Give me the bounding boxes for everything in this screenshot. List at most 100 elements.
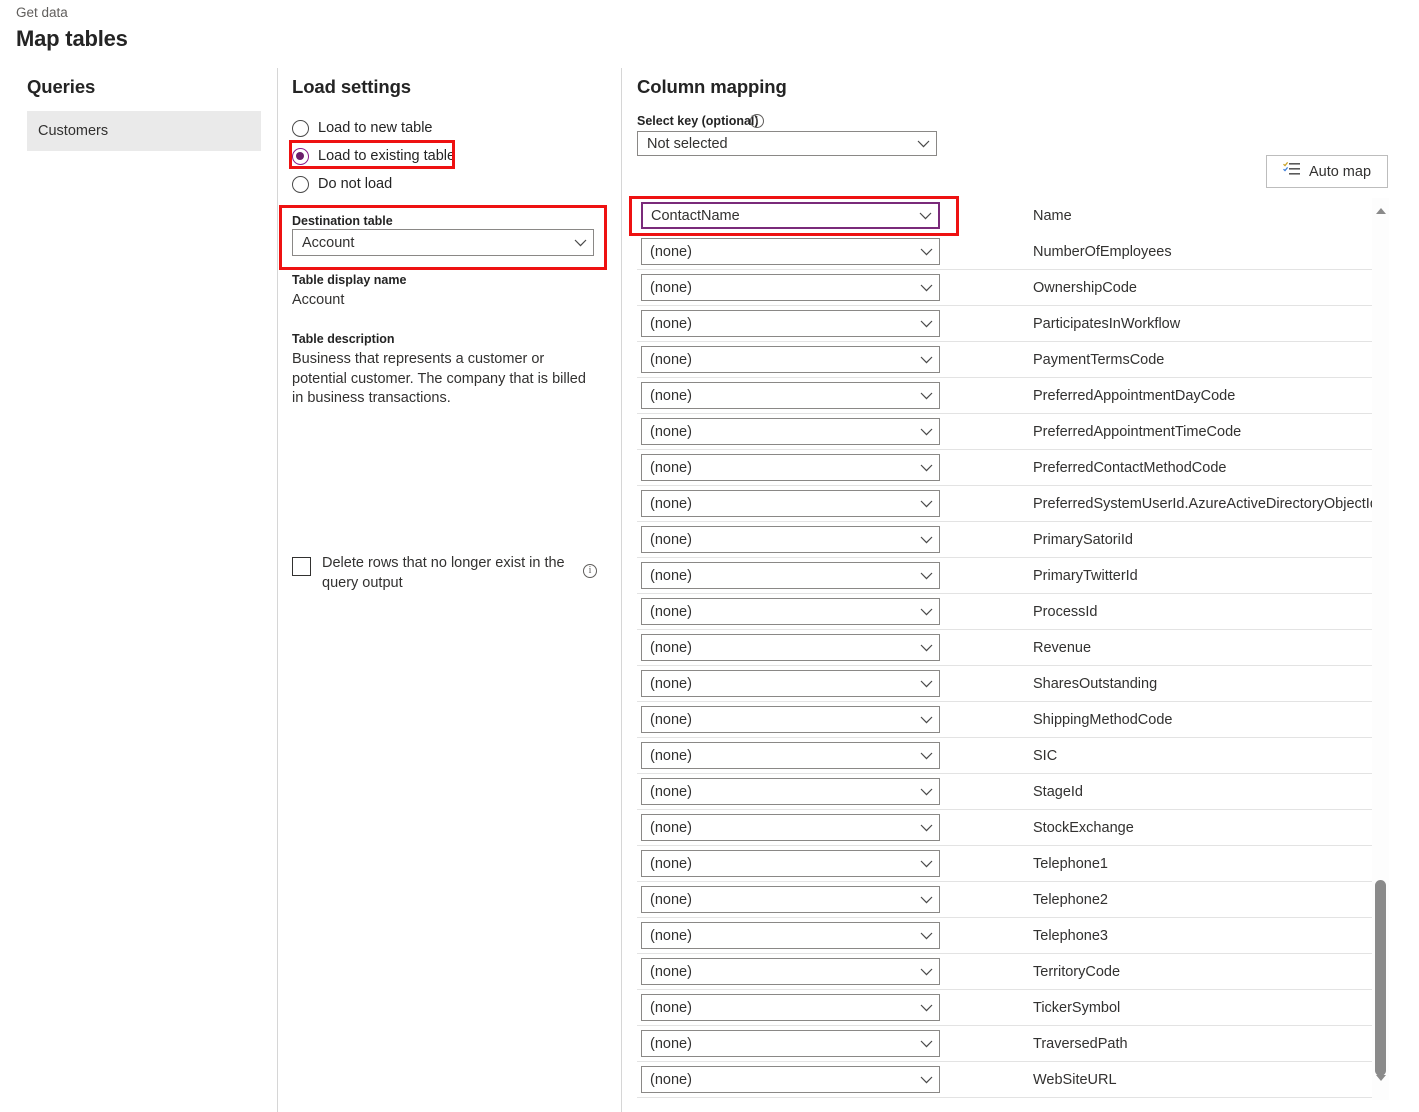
auto-map-button[interactable]: Auto map <box>1266 155 1388 188</box>
source-column-dropdown[interactable]: (none) <box>641 562 940 589</box>
destination-column-name: OwnershipCode <box>1033 280 1137 296</box>
chevron-down-icon <box>913 320 939 328</box>
source-column-dropdown[interactable]: (none) <box>641 814 940 841</box>
source-column-dropdown[interactable]: (none) <box>641 418 940 445</box>
radio-load-to-existing-table[interactable]: Load to existing table <box>292 142 455 170</box>
source-column-dropdown[interactable]: (none) <box>641 742 940 769</box>
source-column-dropdown[interactable]: (none) <box>641 1030 940 1057</box>
select-key-label: Select key (optional) <box>637 114 759 128</box>
scrollbar-thumb[interactable] <box>1375 880 1386 1076</box>
column-mapping-row: (none) SIC <box>637 738 1377 774</box>
column-mapping-row: (none) PreferredAppointmentTimeCode <box>637 414 1377 450</box>
delete-rows-label: Delete rows that no longer exist in the … <box>322 555 565 591</box>
chevron-down-icon <box>913 896 939 904</box>
scroll-up-arrow-icon[interactable] <box>1372 202 1389 219</box>
scroll-down-arrow-icon[interactable] <box>1372 1069 1389 1086</box>
column-mapping-row: (none) NumberOfEmployees <box>637 234 1377 270</box>
chevron-down-icon <box>913 572 939 580</box>
destination-column-name: PrimaryTwitterId <box>1033 568 1138 584</box>
column-mapping-row: (none) OwnershipCode <box>637 270 1377 306</box>
source-column-value: (none) <box>650 387 692 404</box>
destination-column-name: ProcessId <box>1033 604 1098 620</box>
source-column-value: ContactName <box>651 207 740 224</box>
column-mapping-row: (none) TraversedPath <box>637 1026 1377 1062</box>
source-column-value: (none) <box>650 999 692 1016</box>
source-column-value: (none) <box>650 315 692 332</box>
source-column-dropdown[interactable]: (none) <box>641 490 940 517</box>
source-column-value: (none) <box>650 423 692 440</box>
source-column-dropdown[interactable]: ContactName <box>641 202 940 229</box>
chevron-down-icon <box>913 644 939 652</box>
panel-divider-loadsettings <box>621 68 622 1112</box>
source-column-dropdown[interactable]: (none) <box>641 706 940 733</box>
destination-column-name: StageId <box>1033 784 1083 800</box>
source-column-dropdown[interactable]: (none) <box>641 346 940 373</box>
load-settings-radio-group: Load to new table Load to existing table… <box>292 114 455 198</box>
destination-column-name: PreferredSystemUserId.AzureActiveDirecto… <box>1033 496 1378 512</box>
chevron-down-icon <box>913 716 939 724</box>
select-key-value: Not selected <box>647 135 728 152</box>
destination-table-label: Destination table <box>292 214 393 228</box>
column-mapping-row: (none) ProcessId <box>637 594 1377 630</box>
destination-column-name: PreferredAppointmentDayCode <box>1033 388 1236 404</box>
delete-rows-checkbox[interactable] <box>292 557 311 576</box>
source-column-dropdown[interactable]: (none) <box>641 634 940 661</box>
source-column-dropdown[interactable]: (none) <box>641 886 940 913</box>
table-display-name-label: Table display name <box>292 273 407 287</box>
source-column-value: (none) <box>650 711 692 728</box>
destination-table-dropdown[interactable]: Account <box>292 229 594 256</box>
info-icon[interactable] <box>583 564 597 578</box>
chevron-down-icon <box>910 140 936 148</box>
radio-load-to-new-table[interactable]: Load to new table <box>292 114 455 142</box>
chevron-down-icon <box>913 1040 939 1048</box>
queries-heading: Queries <box>27 76 96 97</box>
source-column-dropdown[interactable]: (none) <box>641 922 940 949</box>
radio-circle-selected-icon <box>292 147 309 165</box>
column-mapping-row: (none) SharesOutstanding <box>637 666 1377 702</box>
destination-table-value: Account <box>302 234 355 251</box>
auto-map-list-icon <box>1283 161 1300 182</box>
chevron-down-icon <box>913 464 939 472</box>
source-column-dropdown[interactable]: (none) <box>641 310 940 337</box>
source-column-value: (none) <box>650 1035 692 1052</box>
destination-column-name: WebSiteURL <box>1033 1072 1117 1088</box>
destination-column-name: Telephone2 <box>1033 892 1108 908</box>
destination-column-name: SharesOutstanding <box>1033 676 1158 692</box>
source-column-value: (none) <box>650 891 692 908</box>
radio-circle-icon <box>292 119 309 137</box>
table-description-value: Business that represents a customer or p… <box>292 351 586 406</box>
auto-map-label: Auto map <box>1308 163 1372 180</box>
source-column-dropdown[interactable]: (none) <box>641 238 940 265</box>
source-column-dropdown[interactable]: (none) <box>641 274 940 301</box>
source-column-dropdown[interactable]: (none) <box>641 994 940 1021</box>
chevron-down-icon <box>913 1004 939 1012</box>
radio-do-not-load[interactable]: Do not load <box>292 170 455 198</box>
select-key-dropdown[interactable]: Not selected <box>637 131 937 156</box>
delete-rows-checkbox-row[interactable]: Delete rows that no longer exist in the … <box>292 553 604 593</box>
destination-column-name: ShippingMethodCode <box>1033 712 1173 728</box>
source-column-value: (none) <box>650 747 692 764</box>
radio-label: Load to existing table <box>318 148 456 164</box>
source-column-dropdown[interactable]: (none) <box>641 1066 940 1093</box>
source-column-dropdown[interactable]: (none) <box>641 382 940 409</box>
query-list-item-customers[interactable]: Customers <box>27 111 261 151</box>
source-column-dropdown[interactable]: (none) <box>641 454 940 481</box>
source-column-dropdown[interactable]: (none) <box>641 958 940 985</box>
destination-column-name: Revenue <box>1033 640 1092 656</box>
column-mapping-row: (none) PaymentTermsCode <box>637 342 1377 378</box>
source-column-dropdown[interactable]: (none) <box>641 778 940 805</box>
destination-column-name: Name <box>1033 208 1072 224</box>
source-column-dropdown[interactable]: (none) <box>641 670 940 697</box>
destination-column-name: PreferredAppointmentTimeCode <box>1033 424 1242 440</box>
page-title: Map tables <box>16 26 128 51</box>
source-column-dropdown[interactable]: (none) <box>641 526 940 553</box>
source-column-value: (none) <box>650 495 692 512</box>
column-mapping-row: (none) PreferredContactMethodCode <box>637 450 1377 486</box>
column-mapping-row: (none) ShippingMethodCode <box>637 702 1377 738</box>
column-mapping-list: ContactName Name (none) NumberOfEmployees (n… <box>637 198 1378 1098</box>
column-mapping-scrollbar[interactable] <box>1372 198 1389 1100</box>
page-header: Get data Map tables <box>16 4 128 54</box>
source-column-dropdown[interactable]: (none) <box>641 598 940 625</box>
info-icon[interactable] <box>750 114 764 128</box>
source-column-dropdown[interactable]: (none) <box>641 850 940 877</box>
